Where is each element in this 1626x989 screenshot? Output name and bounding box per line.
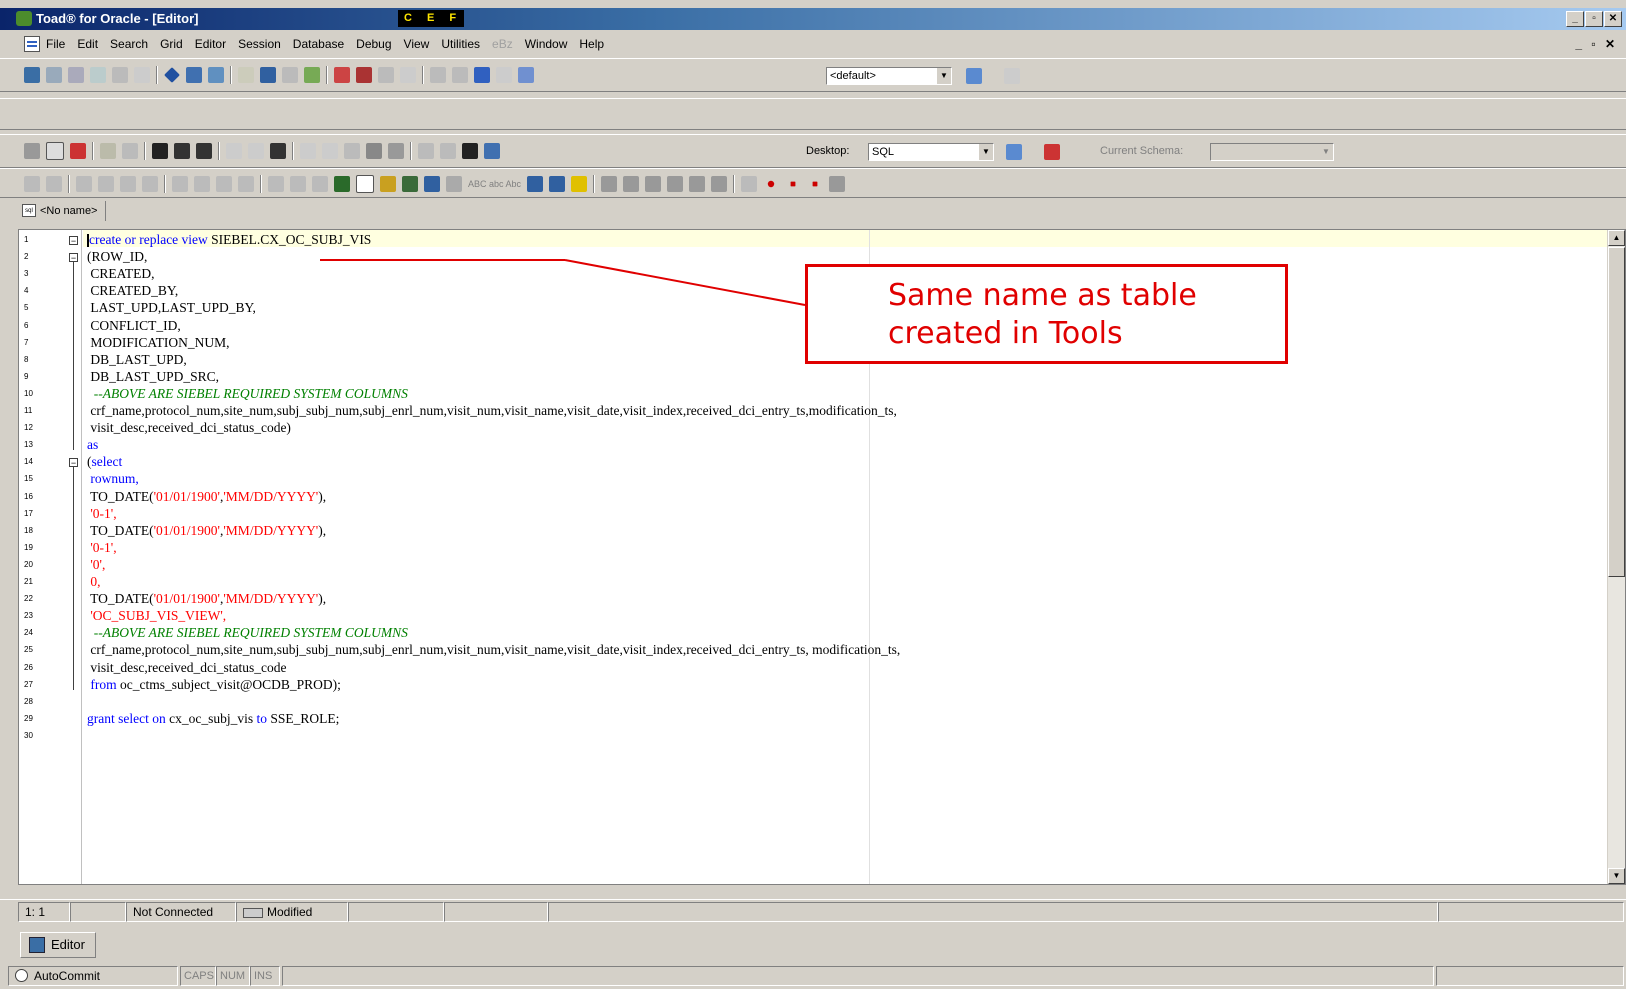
keyboard-icon <box>243 908 263 918</box>
status-cell <box>348 902 444 922</box>
ins-indicator: INS <box>250 966 280 986</box>
status-cell <box>282 966 1434 986</box>
status-bar: 1: 1 Not Connected Modified <box>0 899 1626 925</box>
annotation-callout: Same name as table created in Tools <box>805 264 1288 364</box>
status-spacer <box>70 902 126 922</box>
bottom-status-bar: AutoCommit CAPS NUM INS <box>0 965 1626 989</box>
annotation-line-1: Same name as table <box>888 278 1197 313</box>
window-tabs: Editor <box>0 928 1626 962</box>
cursor-position: 1: 1 <box>18 902 70 922</box>
editor-icon <box>29 937 45 953</box>
modified-status: Modified <box>236 902 348 922</box>
autocommit-toggle[interactable]: AutoCommit <box>8 966 178 986</box>
status-message <box>548 902 1438 922</box>
window-tab-editor-label: Editor <box>51 937 85 952</box>
modified-label: Modified <box>267 905 313 919</box>
window-tab-editor[interactable]: Editor <box>20 932 96 958</box>
annotation-arrow <box>320 259 806 306</box>
autocommit-radio[interactable] <box>15 969 28 982</box>
autocommit-label: AutoCommit <box>34 969 101 983</box>
num-indicator: NUM <box>216 966 250 986</box>
annotation-line-2: created in Tools <box>888 316 1123 351</box>
status-cell <box>1438 902 1624 922</box>
status-cell <box>444 902 548 922</box>
status-cell <box>1436 966 1624 986</box>
connection-status: Not Connected <box>126 902 236 922</box>
caps-indicator: CAPS <box>180 966 216 986</box>
